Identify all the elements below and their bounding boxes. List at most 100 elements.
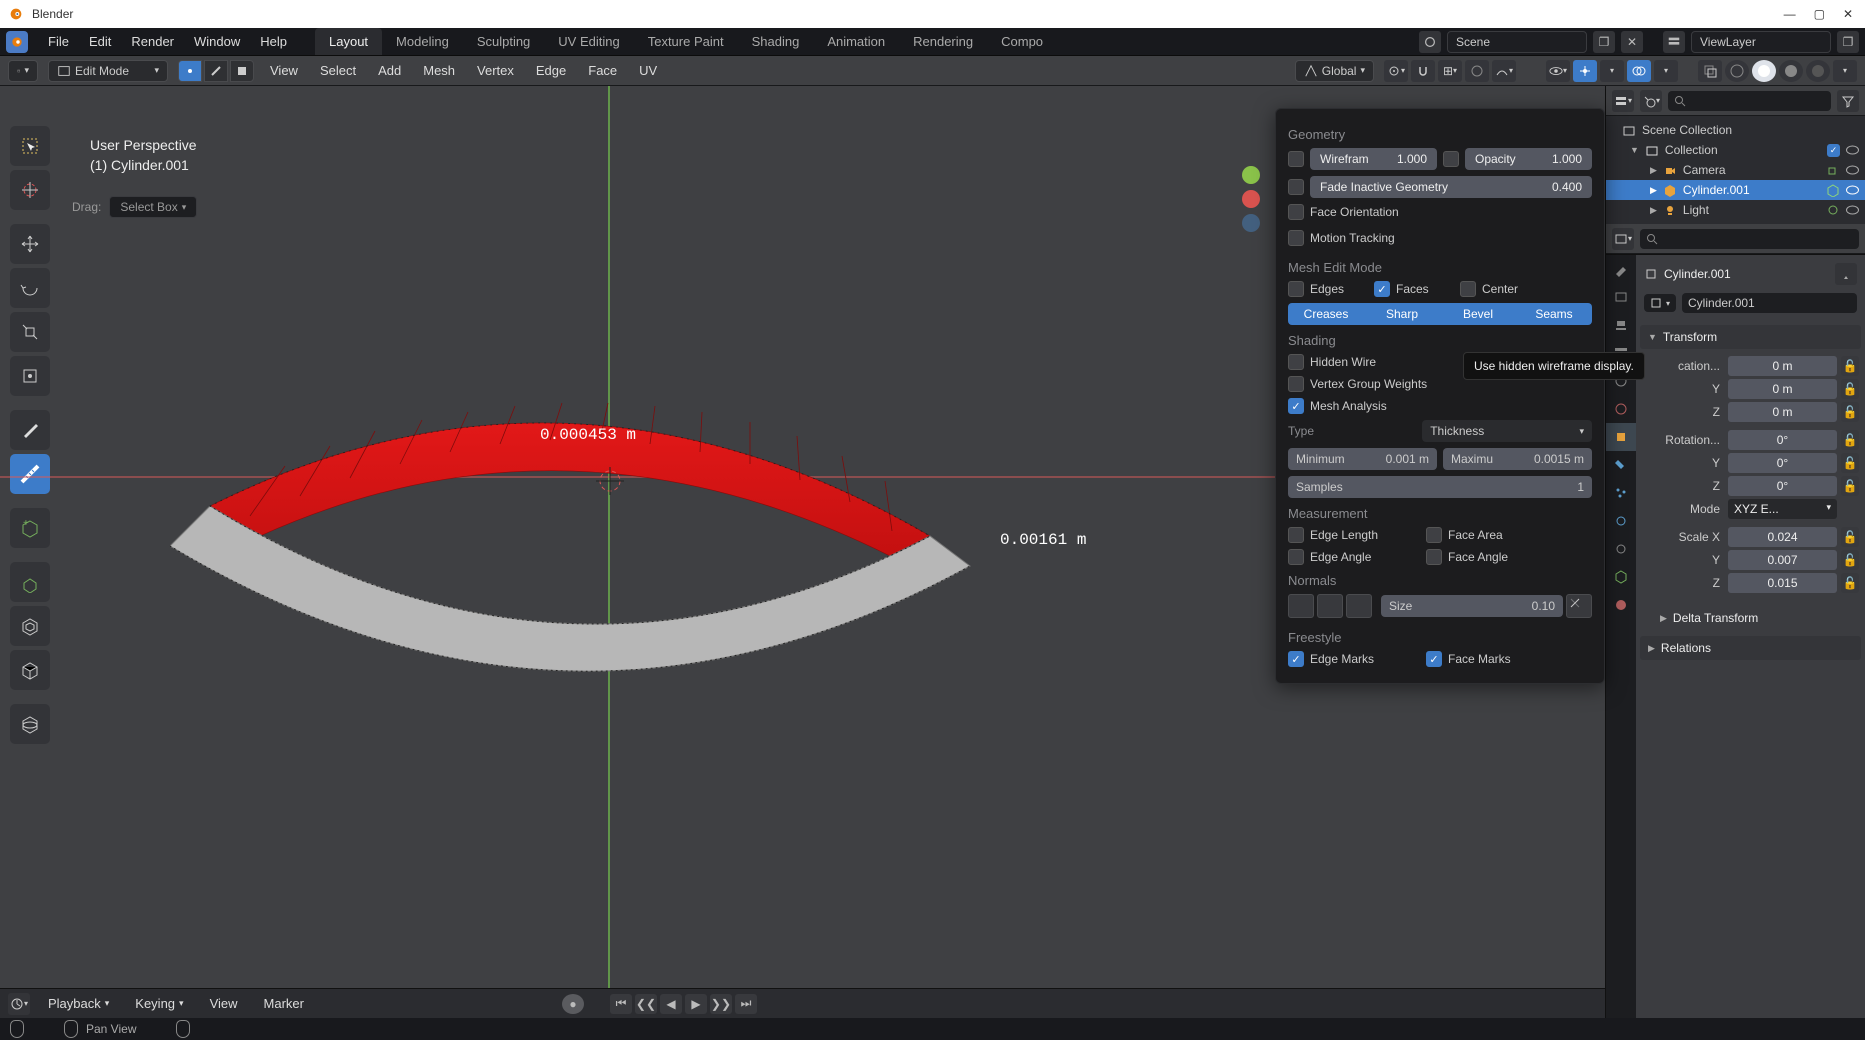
play-reverse-button[interactable]: ◀ <box>660 994 682 1014</box>
tab-modifiers[interactable] <box>1606 451 1636 479</box>
navigation-gizmo[interactable] <box>1242 166 1260 232</box>
scale-x-field[interactable]: 0.024 <box>1728 527 1837 547</box>
edges-checkbox[interactable] <box>1288 281 1304 297</box>
split-normals-toggle[interactable] <box>1317 594 1343 618</box>
outliner-display-mode[interactable]: ▾ <box>1612 90 1634 112</box>
header-menu-face[interactable]: Face <box>582 60 623 81</box>
outliner-filter-icon[interactable]: ▾ <box>1640 90 1662 112</box>
tree-item-camera[interactable]: ▶ Camera <box>1606 160 1865 180</box>
rotation-y-field[interactable]: 0° <box>1728 453 1837 473</box>
workspace-tab-animation[interactable]: Animation <box>813 28 899 55</box>
workspace-tab-rendering[interactable]: Rendering <box>899 28 987 55</box>
browse-viewlayer-icon[interactable] <box>1663 31 1685 53</box>
face-normals-toggle[interactable] <box>1346 594 1372 618</box>
vertex-select-mode[interactable] <box>178 60 202 82</box>
rotation-x-field[interactable]: 0° <box>1728 430 1837 450</box>
outliner-search[interactable] <box>1668 91 1831 111</box>
wireframe-checkbox[interactable] <box>1288 151 1304 167</box>
tree-collection[interactable]: ▼ Collection ✓ <box>1606 140 1865 160</box>
props-editor-type[interactable]: ▾ <box>1612 228 1634 250</box>
delta-transform-panel-header[interactable]: ▶Delta Transform <box>1640 606 1861 630</box>
rotation-z-field[interactable]: 0° <box>1728 476 1837 496</box>
transform-orientation-dropdown[interactable]: Global ▾ <box>1295 60 1374 82</box>
pin-icon[interactable] <box>1835 263 1857 285</box>
eye-icon[interactable] <box>1846 145 1859 155</box>
rotation-mode-dropdown[interactable]: XYZ E...▾ <box>1728 499 1837 519</box>
analysis-samples-field[interactable]: Samples1 <box>1288 476 1592 498</box>
editor-type-dropdown[interactable]: ▾ <box>8 60 38 82</box>
analysis-min-field[interactable]: Minimum0.001 m <box>1288 448 1437 470</box>
workspace-tab-uvediting[interactable]: UV Editing <box>544 28 633 55</box>
jump-prev-key-button[interactable]: ❮❮ <box>635 994 657 1014</box>
face-angle-checkbox[interactable] <box>1426 549 1442 565</box>
header-menu-add[interactable]: Add <box>372 60 407 81</box>
edge-angle-checkbox[interactable] <box>1288 549 1304 565</box>
workspace-tab-sculpting[interactable]: Sculpting <box>463 28 544 55</box>
faces-checkbox[interactable]: ✓ <box>1374 281 1390 297</box>
gizmo-axis-x[interactable] <box>1242 190 1260 208</box>
viewlayer-name-field[interactable]: ViewLayer <box>1691 31 1831 53</box>
scale-y-field[interactable]: 0.007 <box>1728 550 1837 570</box>
scene-name-field[interactable]: Scene <box>1447 31 1587 53</box>
normals-size-field[interactable]: Size0.10 <box>1381 595 1563 617</box>
jump-end-button[interactable]: ⏭ <box>735 994 757 1014</box>
header-menu-edge[interactable]: Edge <box>530 60 572 81</box>
3d-viewport[interactable]: Drag: Select Box▾ + User Perspective (1)… <box>0 86 1605 1018</box>
minimize-icon[interactable]: — <box>1784 7 1796 21</box>
gizmo-axis-y[interactable] <box>1242 166 1260 184</box>
header-menu-select[interactable]: Select <box>314 60 362 81</box>
timeline-marker-menu[interactable]: Marker <box>256 993 312 1014</box>
tree-scene-collection[interactable]: Scene Collection <box>1606 120 1865 140</box>
relations-panel-header[interactable]: ▶Relations <box>1640 636 1861 660</box>
seg-bevel[interactable]: Bevel <box>1440 303 1516 325</box>
lock-icon[interactable]: 🔓 <box>1841 379 1859 399</box>
shading-rendered[interactable] <box>1806 60 1830 82</box>
mesh-analysis-checkbox[interactable]: ✓ <box>1288 398 1304 414</box>
close-icon[interactable]: ✕ <box>1843 7 1853 21</box>
new-scene-icon[interactable]: ❐ <box>1593 31 1615 53</box>
lock-icon[interactable]: 🔓 <box>1841 550 1859 570</box>
xray-toggle[interactable] <box>1698 60 1722 82</box>
workspace-tab-compositing[interactable]: Compo <box>987 28 1057 55</box>
shading-matprev[interactable] <box>1779 60 1803 82</box>
face-area-checkbox[interactable] <box>1426 527 1442 543</box>
gizmo-toggle[interactable] <box>1573 60 1597 82</box>
hidden-wire-checkbox[interactable] <box>1288 354 1304 370</box>
disclosure-triangle-icon[interactable]: ▶ <box>1650 185 1657 196</box>
object-name-field[interactable]: Cylinder.001 <box>1682 293 1857 313</box>
gizmo-axis-z[interactable] <box>1242 214 1260 232</box>
shading-dropdown[interactable]: ▾ <box>1833 60 1857 82</box>
shading-wireframe[interactable] <box>1725 60 1749 82</box>
workspace-tab-texturepaint[interactable]: Texture Paint <box>634 28 738 55</box>
location-z-field[interactable]: 0 m <box>1728 402 1837 422</box>
lock-icon[interactable]: 🔓 <box>1841 356 1859 376</box>
analysis-type-dropdown[interactable]: Thickness▾ <box>1422 420 1592 442</box>
pivot-point-dropdown[interactable]: ▾ <box>1384 60 1408 82</box>
header-menu-uv[interactable]: UV <box>633 60 663 81</box>
workspace-tab-layout[interactable]: Layout <box>315 28 382 55</box>
menu-window[interactable]: Window <box>184 30 250 53</box>
interaction-mode-dropdown[interactable]: Edit Mode ▾ <box>48 60 168 82</box>
menu-file[interactable]: File <box>38 30 79 53</box>
workspace-tab-shading[interactable]: Shading <box>738 28 814 55</box>
tab-particles[interactable] <box>1606 479 1636 507</box>
maximize-icon[interactable]: ▢ <box>1814 7 1825 21</box>
lock-icon[interactable]: 🔓 <box>1841 402 1859 422</box>
snap-toggle[interactable] <box>1411 60 1435 82</box>
proportional-edit-toggle[interactable] <box>1465 60 1489 82</box>
object-datablock-dropdown[interactable]: ▾ <box>1644 294 1676 312</box>
shading-solid[interactable] <box>1752 60 1776 82</box>
header-menu-mesh[interactable]: Mesh <box>417 60 461 81</box>
menu-render[interactable]: Render <box>121 30 184 53</box>
wireframe-slider[interactable]: Wirefram1.000 <box>1310 148 1437 170</box>
workspace-tab-modeling[interactable]: Modeling <box>382 28 463 55</box>
seg-creases[interactable]: Creases <box>1288 303 1364 325</box>
lock-icon[interactable]: 🔓 <box>1841 476 1859 496</box>
disclosure-triangle-icon[interactable]: ▶ <box>1650 205 1657 216</box>
tree-item-cylinder[interactable]: ▶ Cylinder.001 <box>1606 180 1865 200</box>
tab-object[interactable] <box>1606 423 1636 451</box>
fade-slider[interactable]: Fade Inactive Geometry0.400 <box>1310 176 1592 198</box>
lock-icon[interactable]: 🔓 <box>1841 527 1859 547</box>
edge-length-checkbox[interactable] <box>1288 527 1304 543</box>
eye-icon[interactable] <box>1846 185 1859 195</box>
